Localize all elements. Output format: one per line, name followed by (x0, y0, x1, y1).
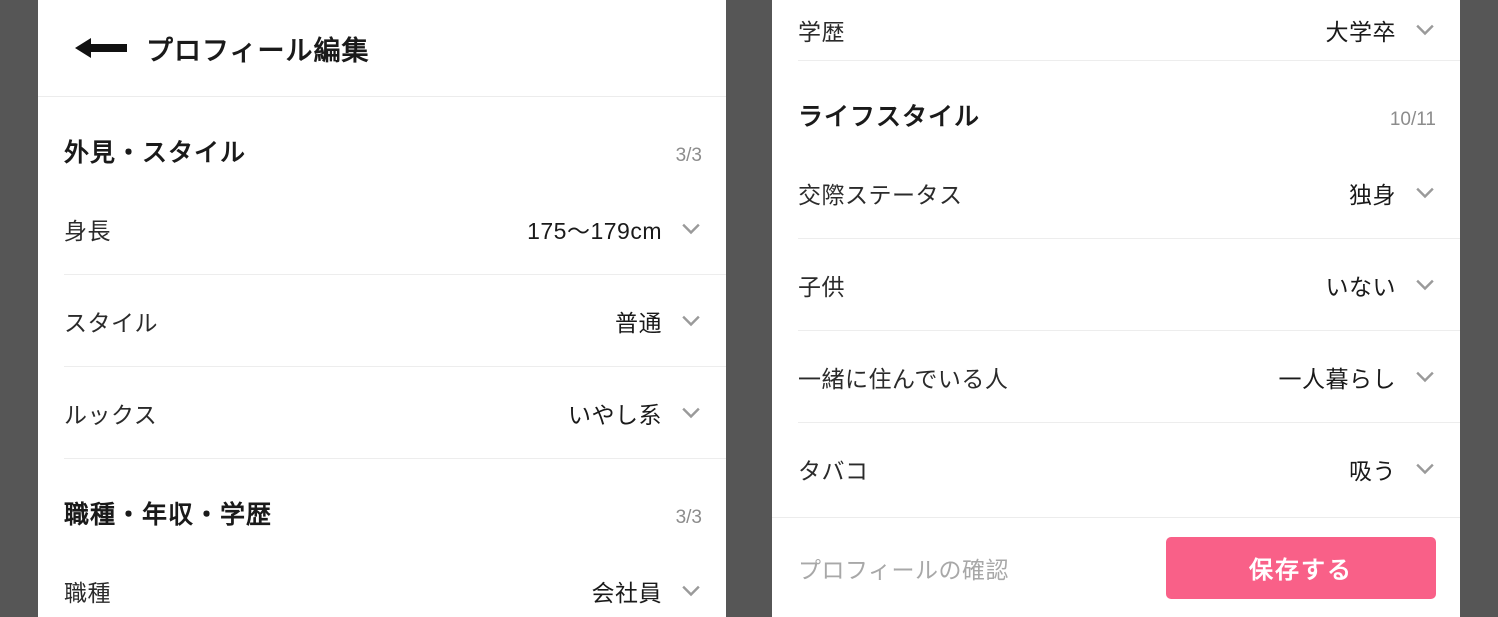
field-value-group: 175〜179cm (527, 212, 702, 246)
field-label: 身長 (64, 217, 111, 244)
field-label: 職種 (64, 579, 111, 606)
field-value: 175〜179cm (527, 217, 662, 244)
field-label: ルックス (64, 401, 158, 428)
profile-field-row-occupation[interactable]: 職種 会社員 (38, 545, 726, 617)
chevron-down-icon[interactable] (1414, 366, 1436, 388)
section-count-badge: 3/3 (675, 145, 702, 166)
section-header-occupation: 職種・年収・学歴 3/3 (38, 495, 726, 531)
chevron-down-icon[interactable] (1414, 274, 1436, 296)
section-title: ライフスタイル (798, 103, 981, 131)
section-title: 職種・年収・学歴 (64, 501, 273, 529)
field-label: 一緒に住んでいる人 (798, 365, 1009, 392)
chevron-down-icon[interactable] (1414, 182, 1436, 204)
chevron-down-icon[interactable] (1414, 458, 1436, 480)
field-value-group: 会社員 (592, 574, 703, 608)
field-value: 普通 (615, 309, 662, 336)
chevron-down-icon[interactable] (680, 402, 702, 424)
field-value-group: いない (1326, 268, 1437, 302)
profile-preview-link[interactable]: プロフィールの確認 (798, 551, 1009, 585)
profile-field-row-relationship-status[interactable]: 交際ステータス 独身 (772, 147, 1460, 238)
field-value-group: いやし系 (568, 396, 702, 430)
chevron-down-icon[interactable] (680, 218, 702, 240)
profile-field-row-living-with[interactable]: 一緒に住んでいる人 一人暮らし (772, 331, 1460, 422)
field-label: 学歴 (798, 19, 845, 45)
field-label: 交際ステータス (798, 181, 963, 208)
profile-field-row-education[interactable]: 学歴 大学卒 (772, 0, 1460, 60)
profile-field-row-height[interactable]: 身長 175〜179cm (38, 183, 726, 274)
profile-edit-panel-right: 学歴 大学卒 ライフスタイル 10/11 交際ステータス 独身 子供 いない 一… (772, 0, 1460, 617)
field-label: タバコ (798, 457, 869, 484)
profile-field-row-looks[interactable]: ルックス いやし系 (38, 367, 726, 458)
field-value-group: 独身 (1349, 176, 1436, 210)
field-value: 大学卒 (1325, 19, 1396, 45)
profile-field-row-children[interactable]: 子供 いない (772, 239, 1460, 330)
section-title: 外見・スタイル (64, 139, 247, 167)
profile-edit-panel-left: プロフィール編集 外見・スタイル 3/3 身長 175〜179cm スタイル 普… (38, 0, 726, 617)
field-value: いない (1325, 273, 1396, 300)
back-button[interactable] (64, 34, 138, 62)
profile-field-row-smoking[interactable]: タバコ 吸う (772, 423, 1460, 514)
section-header-lifestyle: ライフスタイル 10/11 (772, 97, 1460, 133)
section-header-appearance: 外見・スタイル 3/3 (38, 133, 726, 169)
field-value-group: 普通 (615, 304, 702, 338)
app-header: プロフィール編集 (38, 0, 726, 97)
bottom-action-bar: プロフィールの確認 保存する (772, 517, 1460, 617)
field-value: 一人暮らし (1278, 365, 1396, 392)
page-title: プロフィール編集 (146, 35, 370, 66)
field-value-group: 吸う (1349, 452, 1436, 486)
field-value: いやし系 (568, 401, 662, 428)
field-label: 子供 (798, 273, 845, 300)
field-label: スタイル (64, 309, 158, 336)
chevron-down-icon[interactable] (1414, 19, 1436, 41)
arrow-left-icon (73, 34, 129, 62)
field-value: 会社員 (591, 579, 662, 606)
profile-field-row-style[interactable]: スタイル 普通 (38, 275, 726, 366)
section-count-badge: 10/11 (1389, 109, 1436, 130)
save-button[interactable]: 保存する (1166, 536, 1436, 599)
chevron-down-icon[interactable] (680, 580, 702, 602)
section-count-badge: 3/3 (675, 507, 702, 528)
chevron-down-icon[interactable] (680, 310, 702, 332)
field-value: 独身 (1349, 181, 1396, 208)
field-value-group: 大学卒 (1326, 13, 1437, 47)
field-value-group: 一人暮らし (1279, 360, 1437, 394)
field-value: 吸う (1349, 457, 1396, 484)
